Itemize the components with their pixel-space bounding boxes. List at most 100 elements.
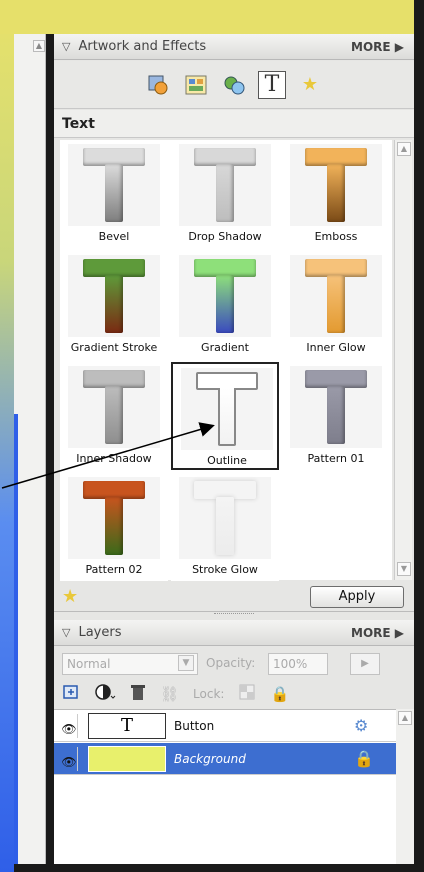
layer-thumbnail (88, 746, 166, 772)
panel-bin: ▽ Artwork and Effects MORE ▶ T ★ Text Be… (54, 34, 414, 864)
layer-row[interactable]: 👁 T Button ⚙ (54, 710, 396, 742)
left-strip-accent (14, 414, 18, 864)
visibility-toggle[interactable]: 👁 (56, 714, 78, 738)
text-t-icon (83, 259, 145, 333)
text-t-icon (83, 481, 145, 555)
gear-icon: ⚙ (354, 716, 369, 735)
add-favorite-star-icon[interactable]: ★ (62, 586, 78, 607)
lock-all-icon: 🔒 (270, 685, 290, 703)
lock-label: Lock: (193, 687, 225, 701)
effect-preview (290, 366, 382, 448)
effect-thumbnail[interactable]: Stroke Glow (171, 473, 279, 581)
effect-preview (68, 144, 160, 226)
effect-preview (68, 366, 160, 448)
favorites-icon[interactable]: ★ (296, 71, 324, 99)
artwork-bottom-bar: ★ Apply (54, 582, 414, 612)
scroll-up-arrow-icon[interactable]: ▲ (397, 142, 411, 156)
layers-scrollbar[interactable]: ▲ (396, 709, 414, 864)
effect-label: Inner Glow (306, 341, 366, 354)
layers-panel-header[interactable]: ▽ Layers MORE ▶ (54, 620, 414, 646)
text-t-icon (305, 370, 367, 444)
layers-list: 👁 T Button ⚙ 👁 Background 🔒 (54, 709, 396, 864)
left-scroll-up[interactable]: ▲ (33, 40, 45, 52)
lock-transparent-icon (238, 683, 256, 705)
effect-label: Bevel (98, 230, 130, 243)
effect-label: Pattern 01 (307, 452, 365, 465)
effects-scrollbar[interactable]: ▲ ▼ (394, 140, 412, 580)
panel-resize-grip[interactable] (214, 613, 254, 619)
graphics-icon[interactable] (182, 71, 210, 99)
effect-thumbnail[interactable]: Pattern 01 (282, 362, 390, 470)
layer-row[interactable]: 👁 Background 🔒 (54, 743, 396, 775)
artwork-more-button[interactable]: MORE ▶ (351, 40, 404, 54)
artwork-icon[interactable] (144, 71, 172, 99)
opacity-input[interactable]: 100% (268, 653, 328, 675)
visibility-toggle[interactable]: 👁 (56, 747, 78, 771)
lock-icon: 🔒 (354, 749, 374, 768)
effect-preview (290, 144, 382, 226)
opacity-label: Opacity: (206, 656, 256, 670)
collapse-triangle-icon[interactable]: ▽ (62, 626, 70, 639)
effect-thumbnail[interactable]: Gradient (171, 251, 279, 359)
effect-preview (290, 255, 382, 337)
right-edge (414, 0, 424, 872)
apply-button[interactable]: Apply (310, 586, 404, 608)
effect-preview (68, 255, 160, 337)
effect-thumbnail[interactable]: Emboss (282, 140, 390, 248)
effect-label: Gradient (201, 341, 249, 354)
effect-thumbnail[interactable]: Inner Glow (282, 251, 390, 359)
layer-name: Background (174, 752, 246, 766)
text-effects-icon[interactable]: T (258, 70, 286, 99)
layers-panel-title: Layers (78, 625, 122, 640)
layers-controls: Normal ▼ Opacity: 100% ▶ ⛓ Lock: 🔒 (54, 647, 414, 707)
eye-icon: 👁 (61, 755, 77, 769)
effect-thumbnail[interactable]: Inner Shadow (60, 362, 168, 470)
text-t-icon (194, 259, 256, 333)
effect-thumbnail[interactable]: Bevel (60, 140, 168, 248)
opacity-slider-arrow-icon[interactable]: ▶ (350, 653, 380, 675)
effect-thumbnail[interactable]: Pattern 02 (60, 473, 168, 581)
scroll-up-arrow-icon[interactable]: ▲ (398, 711, 412, 725)
chevron-down-icon[interactable]: ▼ (178, 655, 194, 671)
collapse-triangle-icon[interactable]: ▽ (62, 40, 70, 53)
trash-icon[interactable] (130, 683, 146, 705)
artwork-panel-header[interactable]: ▽ Artwork and Effects MORE ▶ (54, 34, 414, 60)
text-t-icon (194, 481, 256, 555)
text-t-icon (83, 148, 145, 222)
text-t-icon (305, 148, 367, 222)
effect-label: Stroke Glow (192, 563, 258, 576)
effect-label: Drop Shadow (188, 230, 262, 243)
effect-preview (181, 368, 273, 450)
effect-thumbnail[interactable]: Drop Shadow (171, 140, 279, 248)
effects-category-label: Text (54, 110, 414, 138)
effect-thumbnail[interactable]: Gradient Stroke (60, 251, 168, 359)
text-t-icon (83, 370, 145, 444)
effect-preview (179, 255, 271, 337)
effects-grid: Bevel Drop Shadow Emboss Gradient Stroke Gra… (60, 140, 392, 581)
effect-preview (68, 477, 160, 559)
effect-label: Inner Shadow (76, 452, 152, 465)
artwork-panel-title: Artwork and Effects (78, 39, 207, 54)
effect-preview (179, 144, 271, 226)
effect-label: Outline (207, 454, 247, 467)
layers-toolbar: ⛓ Lock: 🔒 (62, 683, 289, 705)
effect-preview (179, 477, 271, 559)
desktop-background (0, 0, 14, 872)
effect-thumbnail[interactable]: Outline (171, 362, 279, 470)
effect-label: Pattern 02 (85, 563, 143, 576)
scroll-down-arrow-icon[interactable]: ▼ (397, 562, 411, 576)
layers-more-button[interactable]: MORE ▶ (351, 626, 404, 640)
effects-icon[interactable] (220, 71, 248, 99)
layer-name: Button (174, 719, 215, 733)
layer-thumbnail: T (88, 713, 166, 739)
effect-label: Emboss (314, 230, 358, 243)
new-layer-icon[interactable] (62, 683, 80, 705)
adjustment-layer-icon[interactable] (94, 683, 116, 705)
left-strip (14, 34, 46, 864)
artwork-tab-row: T ★ (54, 61, 414, 109)
text-t-icon (305, 259, 367, 333)
text-t-icon (194, 148, 256, 222)
link-icon: ⛓ (160, 685, 180, 703)
effect-label: Gradient Stroke (70, 341, 158, 354)
top-bar (0, 0, 424, 34)
